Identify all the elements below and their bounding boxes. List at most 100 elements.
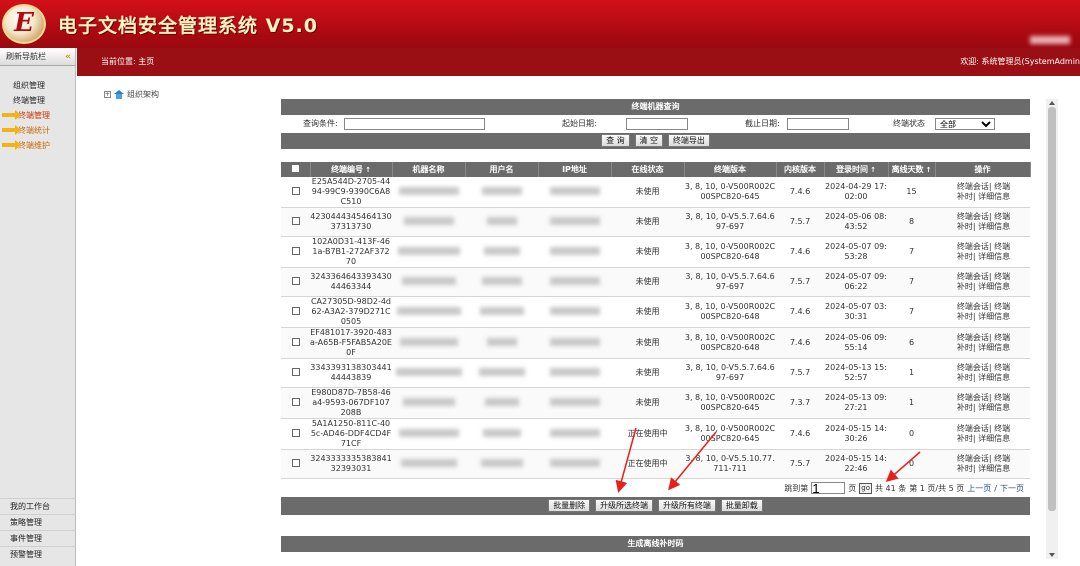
sidebar-subitem-terminal-manage[interactable]: 终端管理 bbox=[0, 108, 75, 123]
session-link[interactable]: 终端会话| 终端 bbox=[937, 363, 1030, 373]
tree-root-label[interactable]: 组织架构 bbox=[127, 89, 159, 100]
row-checkbox[interactable] bbox=[291, 397, 300, 406]
next-page-link[interactable]: 下一页 bbox=[1000, 483, 1024, 494]
sort-icon[interactable]: ↑ bbox=[870, 166, 876, 174]
page-input[interactable] bbox=[811, 482, 846, 494]
detail-link[interactable]: 补时| 详细信息 bbox=[937, 373, 1030, 383]
row-checkbox[interactable] bbox=[291, 276, 300, 285]
session-link[interactable]: 终端会话| 终端 bbox=[937, 212, 1030, 222]
session-link[interactable]: 终端会话| 终端 bbox=[937, 182, 1030, 192]
collapse-icon[interactable]: « bbox=[65, 48, 71, 66]
status-select[interactable]: 全部 bbox=[935, 118, 995, 130]
prev-page-link[interactable]: 上一页 bbox=[967, 483, 991, 494]
table-row[interactable]: EF481017-3920-483a-A65B-F5FAB5A20E0F 未使用 3… bbox=[281, 327, 1030, 359]
sidebar-refresh[interactable]: 刷新导航栏 « bbox=[0, 48, 75, 66]
batch-delete-button[interactable]: 批量删除 bbox=[548, 499, 591, 512]
session-link[interactable]: 终端会话| 终端 bbox=[937, 333, 1030, 343]
session-link[interactable]: 终端会话| 终端 bbox=[937, 272, 1030, 282]
row-select-cell[interactable] bbox=[281, 236, 310, 268]
row-select-cell[interactable] bbox=[281, 177, 310, 208]
sidebar-item-workbench[interactable]: 我的工作台 bbox=[0, 498, 76, 514]
sidebar-item-terminal[interactable]: 终端管理 bbox=[0, 93, 75, 108]
session-link[interactable]: 终端会话| 终端 bbox=[937, 302, 1030, 312]
row-operations: 终端会话| 终端 补时| 详细信息 bbox=[935, 236, 1030, 268]
detail-link[interactable]: 补时| 详细信息 bbox=[937, 403, 1030, 413]
row-select-cell[interactable] bbox=[281, 327, 310, 359]
row-select-cell[interactable] bbox=[281, 418, 310, 450]
column-header[interactable]: 离线天数 ↑ bbox=[888, 162, 936, 177]
detail-link[interactable]: 补时| 详细信息 bbox=[937, 192, 1030, 202]
scroll-thumb[interactable] bbox=[1048, 107, 1056, 511]
table-row[interactable]: 324336464339343044463344 未使用 3, 8, 10, 0-V… bbox=[281, 267, 1030, 297]
upgrade-all-button[interactable]: 升级所有终端 bbox=[657, 499, 716, 512]
row-checkbox[interactable] bbox=[291, 458, 300, 467]
row-checkbox[interactable] bbox=[291, 337, 300, 346]
table-row[interactable]: 102A0D31-413F-461a-B7B1-272AF37270 未使用 3, … bbox=[281, 236, 1030, 268]
sidebar-item-policy[interactable]: 策略管理 bbox=[0, 514, 76, 530]
query-button[interactable]: 查 询 bbox=[601, 134, 630, 147]
table-row[interactable]: CA27305D-98D2-4d62-A3A2-379D271C0505 未使用 3… bbox=[281, 296, 1030, 328]
blurred-region bbox=[398, 428, 459, 437]
select-all-cell[interactable] bbox=[281, 162, 311, 177]
row-checkbox[interactable] bbox=[291, 186, 300, 195]
row-select-cell[interactable] bbox=[281, 267, 310, 297]
row-checkbox[interactable] bbox=[291, 428, 300, 437]
sidebar-item-events[interactable]: 事件管理 bbox=[0, 530, 76, 546]
sort-icon[interactable]: ↑ bbox=[365, 166, 371, 174]
pager-separator: / bbox=[994, 483, 997, 493]
terminal-id: 324333333538384132393031 bbox=[310, 449, 392, 479]
clear-button[interactable]: 清 空 bbox=[634, 134, 664, 147]
session-link[interactable]: 终端会话| 终端 bbox=[937, 242, 1030, 252]
sidebar-subitem-terminal-stats[interactable]: 终端统计 bbox=[0, 123, 75, 138]
detail-link[interactable]: 补时| 详细信息 bbox=[937, 282, 1030, 292]
expand-icon[interactable]: + bbox=[104, 91, 111, 98]
condition-input[interactable] bbox=[344, 118, 485, 130]
go-button[interactable]: go bbox=[859, 482, 872, 494]
detail-link[interactable]: 补时| 详细信息 bbox=[937, 343, 1030, 353]
sidebar-item-alerts[interactable]: 预警管理 bbox=[0, 546, 76, 562]
row-checkbox[interactable] bbox=[291, 216, 300, 225]
row-checkbox[interactable] bbox=[291, 246, 300, 255]
detail-link[interactable]: 补时| 详细信息 bbox=[937, 252, 1030, 262]
offline-days: 0 bbox=[888, 449, 935, 479]
session-link[interactable]: 终端会话| 终端 bbox=[937, 424, 1030, 434]
column-header[interactable]: 终端编号 ↑ bbox=[310, 162, 393, 177]
row-operations: 终端会话| 终端 补时| 详细信息 bbox=[935, 418, 1030, 450]
blurred-region bbox=[402, 397, 455, 406]
row-select-cell[interactable] bbox=[281, 207, 310, 237]
detail-link[interactable]: 补时| 详细信息 bbox=[937, 312, 1030, 322]
row-select-cell[interactable] bbox=[281, 358, 310, 388]
row-checkbox[interactable] bbox=[291, 306, 300, 315]
row-select-cell[interactable] bbox=[281, 449, 310, 479]
sidebar-item-org[interactable]: 组织管理 bbox=[0, 78, 75, 93]
app-logo: E bbox=[2, 4, 46, 44]
vertical-scrollbar[interactable] bbox=[1046, 99, 1058, 559]
detail-link[interactable]: 补时| 详细信息 bbox=[937, 222, 1030, 232]
scroll-down-icon[interactable] bbox=[1049, 553, 1055, 557]
scroll-up-icon[interactable] bbox=[1049, 101, 1055, 105]
table-row[interactable]: 324333333538384132393031 正在使用中 3, 8, 10, 0… bbox=[281, 449, 1030, 479]
table-row[interactable]: E980D87D-7B58-46a4-9593-067DF107208B 未使用 3… bbox=[281, 387, 1030, 419]
table-row[interactable]: 334339313830344144443839 未使用 3, 8, 10, 0-V… bbox=[281, 358, 1030, 388]
start-date-input[interactable] bbox=[626, 118, 688, 130]
blurred-region bbox=[549, 306, 600, 315]
sidebar-subitem-terminal-maint[interactable]: 终端维护 bbox=[0, 138, 75, 153]
column-header: IP地址 bbox=[538, 162, 612, 177]
row-select-cell[interactable] bbox=[281, 296, 310, 328]
table-row[interactable]: 423044434546413037313730 未使用 3, 8, 10, 0-V… bbox=[281, 207, 1030, 237]
detail-link[interactable]: 补时| 详细信息 bbox=[937, 434, 1030, 444]
table-row[interactable]: E25A544D-2705-4494-99C9-9390C6A8C510 未使用 3… bbox=[281, 177, 1030, 208]
upgrade-selected-button[interactable]: 升级所选终端 bbox=[595, 499, 654, 512]
export-button[interactable]: 终端导出 bbox=[667, 134, 710, 147]
row-select-cell[interactable] bbox=[281, 387, 310, 419]
table-row[interactable]: 5A1A1250-811C-405c-AD46-DDF4CD4F71CF 正在使用… bbox=[281, 418, 1030, 450]
end-date-input[interactable] bbox=[787, 118, 849, 130]
session-link[interactable]: 终端会话| 终端 bbox=[937, 454, 1030, 464]
batch-uninstall-button[interactable]: 批量卸载 bbox=[720, 499, 763, 512]
sort-icon[interactable]: ↑ bbox=[926, 166, 932, 174]
row-checkbox[interactable] bbox=[291, 367, 300, 376]
select-all-checkbox[interactable] bbox=[291, 165, 299, 172]
column-header[interactable]: 登录时间 ↑ bbox=[824, 162, 889, 177]
session-link[interactable]: 终端会话| 终端 bbox=[937, 393, 1030, 403]
detail-link[interactable]: 补时| 详细信息 bbox=[937, 464, 1030, 474]
